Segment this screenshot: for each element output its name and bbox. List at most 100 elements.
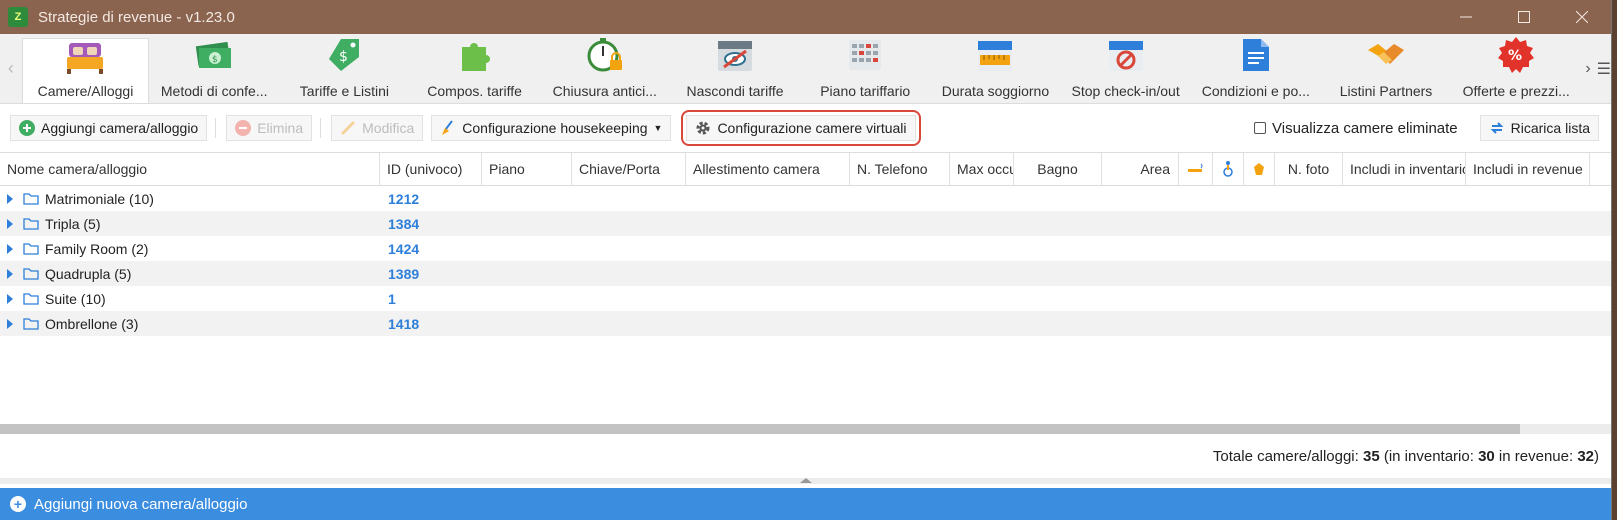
add-room-button[interactable]: Aggiungi camera/alloggio [10,115,208,141]
expand-arrow-icon[interactable] [7,318,13,329]
toolbar-divider [320,118,322,138]
virtual-rooms-config-button[interactable]: Configurazione camere virtuali [686,115,916,141]
remove-circle-icon [235,120,252,136]
room-type-id: 1 [388,290,396,307]
app-window: Z Strategie di revenue - v1.23.0 ‹ Camer… [0,0,1612,520]
document-icon [1236,35,1276,75]
room-type-id: 1389 [388,265,420,282]
table-row[interactable]: Suite (10) 1 [0,286,1611,311]
column-header-pets[interactable] [1244,153,1275,185]
column-header-id[interactable]: ID (univoco) [380,153,482,185]
column-header-floor[interactable]: Piano [482,153,572,185]
reload-list-button[interactable]: Ricarica lista [1479,115,1599,141]
horizontal-scrollbar[interactable] [0,424,1611,434]
broom-icon [442,120,454,135]
revenue-count: 32 [1577,447,1594,465]
tab-piano-tariffario[interactable]: Piano tariffario [800,34,930,103]
column-header-accessibility[interactable] [1213,153,1244,185]
tab-label: Piano tariffario [820,83,911,99]
room-type-name: Suite (10) [45,290,106,307]
inventory-prefix: (in inventario: [1383,447,1474,465]
column-header-area[interactable]: Area [1102,153,1179,185]
window-title: Strategie di revenue - v1.23.0 [38,8,235,26]
tab-condizioni-politiche[interactable]: Condizioni e po... [1191,34,1321,103]
virtual-rooms-label: Configurazione camere virtuali [717,120,907,136]
hidden-calendar-icon [715,35,755,75]
room-type-name: Family Room (2) [45,240,149,257]
checkbox-box[interactable] [1254,122,1266,134]
tab-nascondi-tariffe[interactable]: Nascondi tariffe [670,34,800,103]
tab-listini-partners[interactable]: Listini Partners [1321,34,1451,103]
panel-splitter[interactable] [0,478,1611,484]
folder-icon [23,293,39,305]
expand-arrow-icon[interactable] [7,243,13,254]
totals-summary: Totale camere/alloggi: 35 (in inventario… [0,434,1611,478]
grid-calendar-icon [845,35,885,75]
room-type-id: 1384 [388,215,420,232]
scrollbar-thumb[interactable] [0,424,1520,434]
tab-durata-soggiorno[interactable]: Durata soggiorno [930,34,1060,103]
tab-offerte-prezzi[interactable]: % Offerte e prezzi... [1451,34,1581,103]
column-header-include-inventory[interactable]: Includi in inventario [1343,153,1466,185]
chevron-right-icon[interactable]: › [1585,60,1590,78]
revenue-prefix: in revenue: [1498,447,1574,465]
column-header-max-occupancy[interactable]: Max occu [950,153,1014,185]
tab-label: Compos. tariffe [427,83,522,99]
table-row[interactable]: Tripla (5) 1384 [0,211,1611,236]
tab-chiusura-anticipata[interactable]: Chiusura antici... [540,34,670,103]
tab-tariffe-listini[interactable]: $ Tariffe e Listini [279,34,409,103]
tab-stop-checkin-out[interactable]: Stop check-in/out [1061,34,1191,103]
column-header-smoking[interactable] [1179,153,1213,185]
title-bar: Z Strategie di revenue - v1.23.0 [0,0,1611,34]
table-row[interactable]: Matrimoniale (10) 1212 [0,186,1611,211]
expand-arrow-icon[interactable] [7,218,13,229]
pet-icon [1254,163,1264,175]
expand-arrow-icon[interactable] [7,293,13,304]
column-header-photos[interactable]: N. foto [1275,153,1343,185]
tab-label: Metodi di confe... [160,83,268,99]
table-row[interactable]: Family Room (2) 1424 [0,236,1611,261]
minimize-icon [1460,16,1472,18]
table-row[interactable]: Ombrellone (3) 1418 [0,311,1611,336]
tab-camere-alloggi[interactable]: Camere/Alloggi [21,38,150,103]
wheelchair-icon [1223,161,1233,177]
inventory-count: 30 [1478,447,1495,465]
ribbon-toolbar: ‹ Camere/Alloggi $ Metodi di confe... $ … [0,34,1611,104]
minimize-button[interactable] [1437,0,1495,34]
delete-button[interactable]: Elimina [226,115,313,141]
column-header-phone[interactable]: N. Telefono [850,153,950,185]
timer-lock-icon [585,35,625,75]
svg-text:$: $ [212,55,218,65]
add-circle-icon [19,120,35,136]
plus-icon: + [10,496,26,512]
tab-label: Listini Partners [1339,83,1433,99]
edit-button[interactable]: Modifica [331,115,424,141]
housekeeping-config-dropdown[interactable]: Configurazione housekeeping ▼ [431,115,672,141]
app-logo-icon: Z [8,7,28,27]
add-new-room-bar[interactable]: + Aggiungi nuova camera/alloggio [0,488,1611,520]
expand-arrow-icon[interactable] [7,268,13,279]
maximize-button[interactable] [1495,0,1553,34]
tab-compos-tariffe[interactable]: Compos. tariffe [410,34,540,103]
tab-label: Stop check-in/out [1071,83,1180,99]
column-header-include-revenue[interactable]: Includi in revenue [1466,153,1590,185]
column-header-key-door[interactable]: Chiave/Porta [572,153,686,185]
folder-icon [23,193,39,205]
delete-label: Elimina [257,120,304,136]
ribbon-menu-icon[interactable]: ☰ [1597,59,1611,79]
tab-label: Durata soggiorno [941,83,1050,99]
show-deleted-checkbox[interactable]: Visualizza camere eliminate [1254,120,1458,137]
expand-arrow-icon[interactable] [7,193,13,204]
column-header-room-setup[interactable]: Allestimento camera [686,153,850,185]
pencil-icon [341,120,356,136]
tab-label: Nascondi tariffe [686,83,784,99]
add-room-label: Aggiungi camera/alloggio [41,120,199,136]
folder-icon [23,318,39,330]
ribbon-scroll-left-button[interactable]: ‹ [0,34,22,103]
column-header-bathroom[interactable]: Bagno [1014,153,1102,185]
tab-metodi-conferma[interactable]: $ Metodi di confe... [149,34,279,103]
bed-icon [65,39,105,75]
column-header-name[interactable]: Nome camera/alloggio [0,153,380,185]
table-row[interactable]: Quadrupla (5) 1389 [0,261,1611,286]
close-button[interactable] [1553,0,1611,34]
